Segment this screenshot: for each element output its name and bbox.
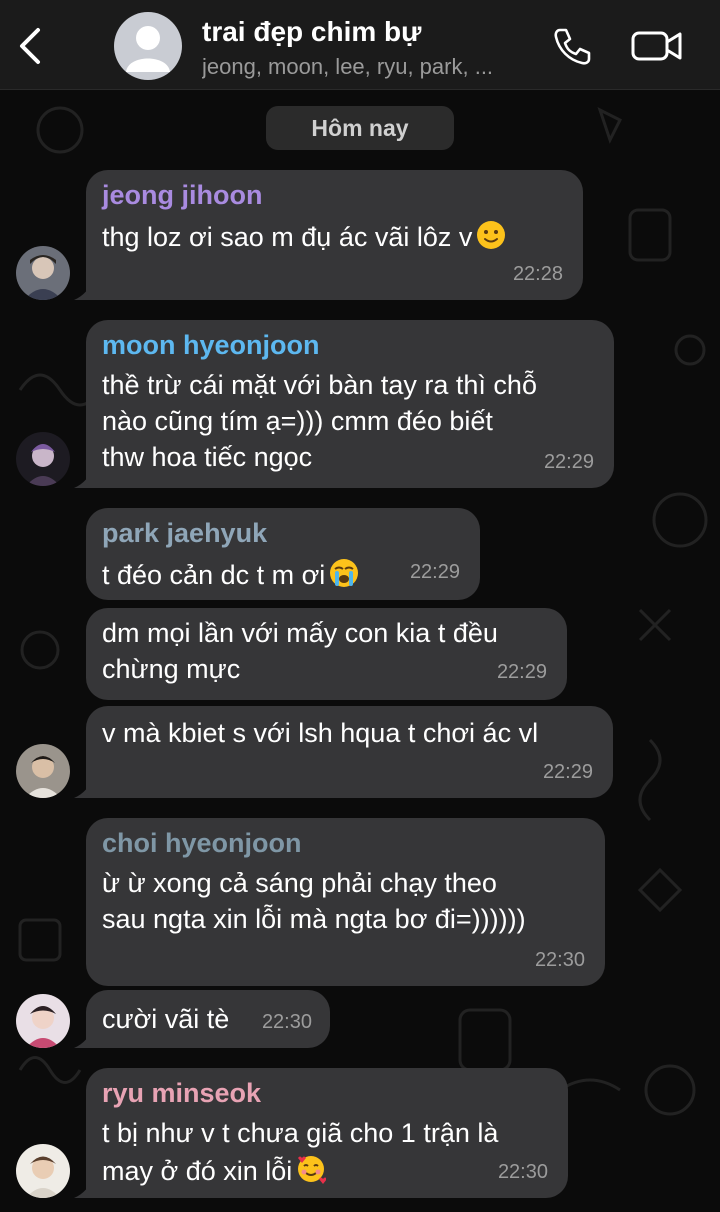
message-bubble[interactable]: park jaehyuk t đéo cản dc t m ơi 22:29 (86, 508, 480, 600)
profile-photo (16, 994, 70, 1048)
message-text: t đéo cản dc t m ơi (102, 558, 359, 591)
message-time: 22:30 (497, 1161, 548, 1183)
message-bubble[interactable]: cười vãi tè 22:30 (86, 990, 330, 1048)
message-bubble[interactable]: dm mọi lần với mấy con kia t đều chừng m… (86, 608, 567, 700)
back-button[interactable] (14, 26, 48, 66)
message-time: 22:30 (261, 1011, 312, 1033)
message-line: sau ngta xin lỗi mà ngta bơ đi=)))))) (102, 904, 526, 934)
message-line: ừ ừ xong cả sáng phải chạy theo (102, 868, 497, 898)
person-icon (126, 26, 170, 72)
message-bubble[interactable]: v mà kbiet s với lsh hqua t chơi ác vl 2… (86, 706, 613, 798)
message-text: thg loz ơi sao m đụ ác vãi lôz v (102, 220, 506, 253)
profile-photo (16, 1144, 70, 1198)
group-members[interactable]: jeong, moon, lee, ryu, park, ... (202, 54, 532, 80)
message-time: 22:29 (542, 761, 593, 783)
message-line: chừng mực (102, 654, 241, 684)
date-separator: Hôm nay (266, 106, 454, 150)
message-text: may ở đó xin lỗi (102, 1154, 327, 1187)
message-sender[interactable]: jeong jihoon (102, 180, 262, 211)
avatar-choi[interactable] (16, 994, 70, 1048)
message-line: t bị như v t chưa giã cho 1 trận là (102, 1118, 499, 1148)
message-line: thề trừ cái mặt với bàn tay ra thì chỗ (102, 370, 537, 400)
profile-photo (16, 432, 70, 486)
slight-smile-emoji-icon (477, 221, 506, 249)
message-bubble[interactable]: ryu minseok t bị như v t chưa giã cho 1 … (86, 1068, 568, 1198)
chat-area[interactable]: Hôm nay jeong jihoon thg loz ơi sao m đụ… (0, 90, 720, 1212)
group-avatar[interactable] (114, 12, 182, 80)
message-time: 22:30 (534, 949, 585, 971)
video-call-button[interactable] (630, 26, 684, 66)
avatar-moon[interactable] (16, 432, 70, 486)
smiling-hearts-emoji-icon (298, 1156, 327, 1184)
call-button[interactable] (550, 24, 594, 68)
message-line: thg loz ơi sao m đụ ác vãi lôz v (102, 222, 473, 252)
group-name[interactable]: trai đẹp chim bự (202, 16, 421, 48)
avatar-ryu[interactable] (16, 1144, 70, 1198)
message-sender[interactable]: choi hyeonjoon (102, 828, 302, 859)
phone-icon (554, 28, 591, 65)
loudly-crying-emoji-icon (330, 559, 359, 587)
chat-header: trai đẹp chim bự jeong, moon, lee, ryu, … (0, 0, 720, 90)
profile-photo (16, 744, 70, 798)
message-time: 22:29 (496, 661, 547, 683)
avatar-park[interactable] (16, 744, 70, 798)
message-time: 22:29 (543, 451, 594, 473)
message-line: nào cũng tím ạ=))) cmm đéo biết (102, 406, 493, 436)
message-sender[interactable]: ryu minseok (102, 1078, 261, 1109)
message-time: 22:29 (409, 561, 460, 583)
message-line: t đéo cản dc t m ơi (102, 560, 326, 590)
message-line: dm mọi lần với mấy con kia t đều (102, 618, 498, 648)
profile-photo (16, 246, 70, 300)
message-line: thw hoa tiếc ngọc (102, 442, 313, 472)
avatar-jeong[interactable] (16, 246, 70, 300)
message-bubble[interactable]: jeong jihoon thg loz ơi sao m đụ ác vãi … (86, 170, 583, 300)
message-line: may ở đó xin lỗi (102, 1156, 293, 1186)
message-sender[interactable]: moon hyeonjoon (102, 330, 319, 361)
video-camera-icon (631, 31, 682, 61)
message-line: cười vãi tè (102, 1004, 230, 1034)
message-bubble[interactable]: moon hyeonjoon thề trừ cái mặt với bàn t… (86, 320, 614, 488)
message-sender[interactable]: park jaehyuk (102, 518, 267, 549)
message-line: v mà kbiet s với lsh hqua t chơi ác vl (102, 718, 539, 748)
chevron-left-icon (20, 28, 40, 64)
message-bubble[interactable]: choi hyeonjoon ừ ừ xong cả sáng phải chạ… (86, 818, 605, 986)
message-time: 22:28 (512, 263, 563, 285)
